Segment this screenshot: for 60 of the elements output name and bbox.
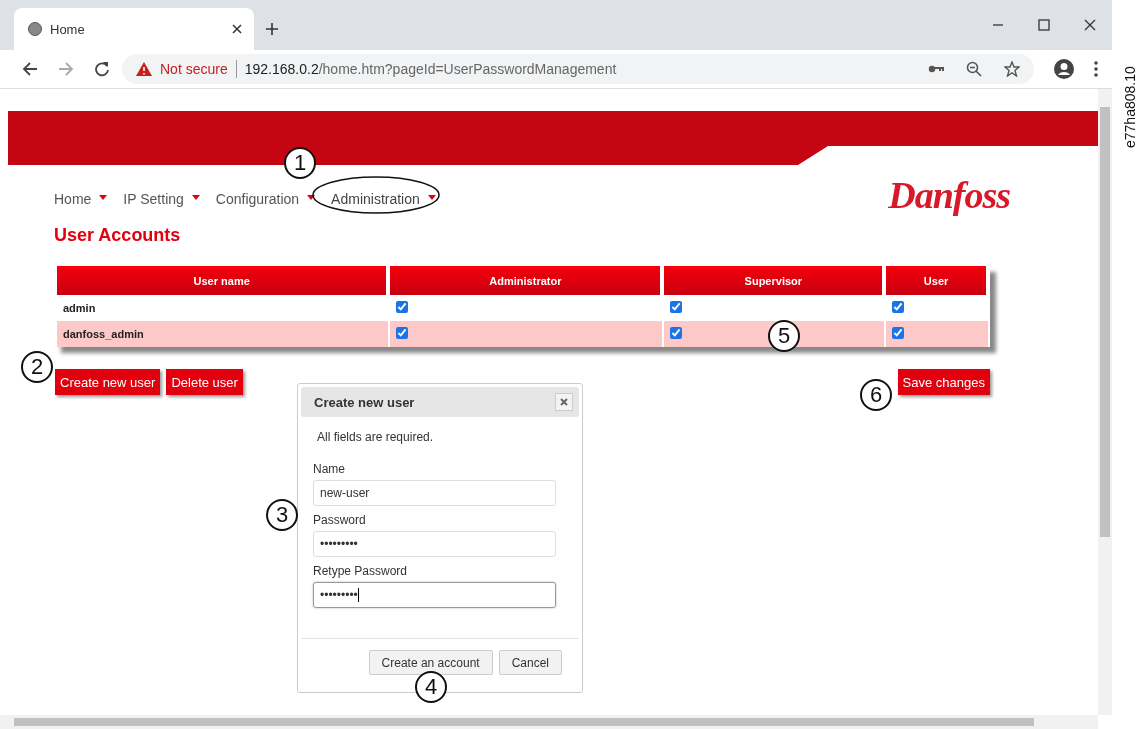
input-field[interactable]: ••••••••• (313, 582, 556, 608)
close-button[interactable] (555, 393, 573, 411)
role-checkbox[interactable] (396, 327, 409, 339)
warning-icon (136, 62, 152, 76)
callout-number: 2 (21, 351, 53, 383)
field-label: Password (313, 513, 367, 527)
callout-number: 5 (768, 320, 800, 352)
close-icon (560, 398, 568, 406)
table-cell: admin (63, 302, 96, 314)
star-icon[interactable] (1004, 61, 1020, 77)
action-button[interactable]: Delete user (166, 369, 243, 395)
horizontal-scrollbar[interactable] (0, 715, 1098, 729)
close-icon[interactable] (232, 24, 242, 34)
input-field[interactable]: ••••••••• (313, 531, 556, 557)
column-header: User name (57, 266, 389, 295)
menu-icon[interactable] (1094, 61, 1098, 77)
dialog-note: All fields are required. (317, 430, 435, 444)
callout-number: 3 (266, 499, 298, 531)
new-tab-icon[interactable] (266, 23, 278, 35)
save-button[interactable]: Save changes (897, 369, 990, 395)
address-bar[interactable]: Not secure 192.168.0.2/home.htm?pageId=UserPasswordManagement (122, 54, 1034, 84)
zoom-icon[interactable] (966, 61, 982, 77)
role-checkbox[interactable] (670, 327, 683, 339)
callout-number: 1 (284, 147, 316, 179)
role-checkbox[interactable] (670, 301, 683, 313)
role-checkbox[interactable] (892, 301, 905, 313)
page-title: User Accounts (54, 225, 182, 246)
nav-menu[interactable]: IP Setting (123, 191, 200, 207)
input-field[interactable]: new-user (313, 480, 556, 506)
back-icon[interactable] (22, 61, 38, 77)
logo: Danfoss (888, 173, 1010, 217)
key-icon[interactable] (928, 64, 944, 74)
dialog-button[interactable]: Create an account (368, 650, 493, 675)
nav-menu[interactable]: Configuration (215, 191, 316, 207)
vertical-scrollbar[interactable] (1098, 89, 1112, 715)
table-cell: danfoss_admin (63, 328, 144, 340)
security-label: Not secure (160, 61, 228, 77)
column-header: User (886, 266, 988, 295)
dialog-title: Create new user (314, 394, 416, 410)
maximize-icon[interactable] (1038, 19, 1050, 31)
field-label: Retype Password (313, 564, 409, 578)
figure-id: e77ha808.10 (1122, 68, 1136, 148)
column-header: Supervisor (664, 266, 885, 295)
browser-tab[interactable]: Home (14, 8, 254, 50)
column-header: Administrator (390, 266, 663, 295)
nav-menu[interactable]: Home (54, 191, 108, 207)
close-icon[interactable] (1084, 19, 1096, 31)
url-text: 192.168.0.2/home.htm?pageId=UserPasswordManagement (244, 61, 617, 77)
field-label: Name (313, 462, 346, 476)
action-button[interactable]: Create new user (55, 369, 161, 395)
reload-icon[interactable] (94, 61, 110, 77)
globe-icon (28, 22, 42, 36)
callout-number: 4 (415, 671, 447, 703)
callout-number: 6 (860, 379, 892, 411)
tab-title: Home (50, 21, 86, 37)
role-checkbox[interactable] (892, 327, 905, 339)
account-icon[interactable] (1054, 59, 1074, 79)
dialog-button[interactable]: Cancel (498, 650, 562, 675)
role-checkbox[interactable] (396, 301, 409, 313)
caret-icon[interactable] (307, 195, 316, 200)
